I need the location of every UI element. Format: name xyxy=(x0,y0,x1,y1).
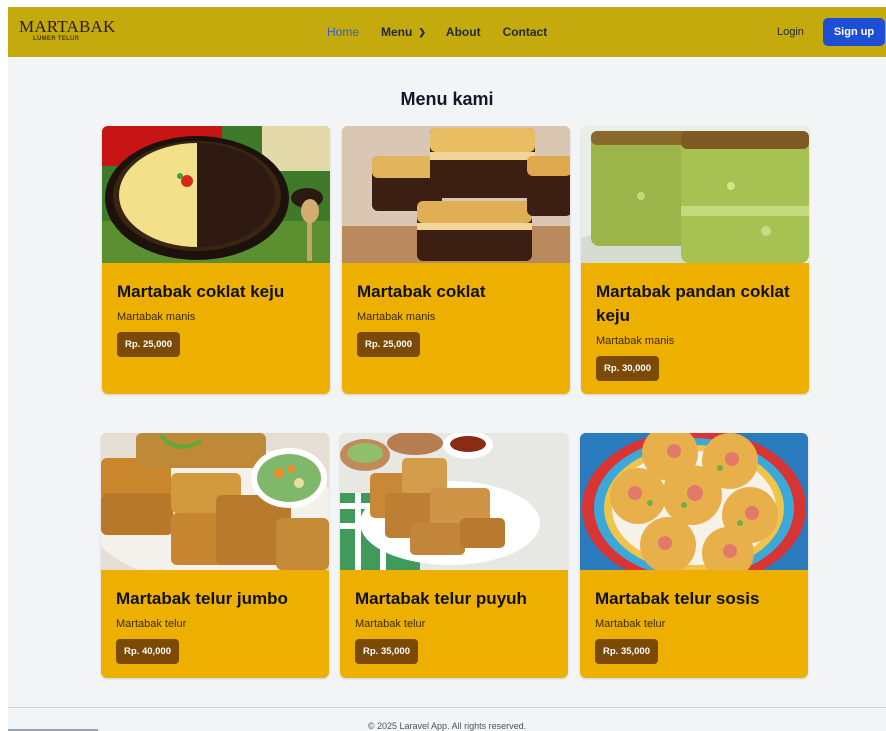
menu-card[interactable]: Martabak coklat Martabak manis Rp. 25,00… xyxy=(342,126,570,394)
menu-item-category: Martabak manis xyxy=(357,311,436,323)
price-button[interactable]: Rp. 25,000 xyxy=(117,332,180,357)
menu-item-image xyxy=(581,126,809,263)
menu-item-category: Martabak manis xyxy=(596,335,675,347)
nav-link-menu[interactable]: Menu ❯ xyxy=(381,25,426,39)
footer-copyright: © 2025 Laravel App. All rights reserved. xyxy=(367,721,527,731)
menu-item-image xyxy=(101,433,329,570)
logo-text: MARTABAK xyxy=(19,17,116,36)
navbar: MARTABAK LUMER TELUR Home Menu ❯ About Co… xyxy=(8,7,886,57)
menu-item-category: Martabak manis xyxy=(117,311,196,323)
price-button[interactable]: Rp. 35,000 xyxy=(355,639,418,664)
menu-item-name: Martabak telur puyuh xyxy=(355,589,527,608)
price-button[interactable]: Rp. 35,000 xyxy=(595,639,658,664)
signup-button[interactable]: Sign up xyxy=(823,18,885,46)
menu-item-name: Martabak telur jumbo xyxy=(116,589,288,608)
nav-link-menu-label: Menu xyxy=(381,25,413,39)
footer-divider xyxy=(8,707,886,708)
price-button[interactable]: Rp. 40,000 xyxy=(116,639,179,664)
menu-card[interactable]: Martabak telur sosis Martabak telur Rp. … xyxy=(580,433,808,678)
price-button[interactable]: Rp. 30,000 xyxy=(596,356,659,381)
menu-item-image xyxy=(342,126,570,263)
menu-item-category: Martabak telur xyxy=(355,618,426,630)
menu-item-name: Martabak coklat keju xyxy=(117,282,285,301)
nav-link-home[interactable]: Home xyxy=(327,25,359,39)
logo-subtext: LUMER TELUR xyxy=(33,36,80,42)
nav-link-contact[interactable]: Contact xyxy=(503,25,548,39)
menu-card[interactable]: Martabak telur puyuh Martabak telur Rp. … xyxy=(340,433,568,678)
menu-item-category: Martabak telur xyxy=(116,618,187,630)
menu-card[interactable]: Martabak pandan coklat keju Martabak man… xyxy=(581,126,809,394)
page: MARTABAK LUMER TELUR Home Menu ❯ About Co… xyxy=(8,7,886,731)
menu-item-name: Martabak pandan coklat keju xyxy=(596,282,790,325)
menu-item-name: Martabak coklat xyxy=(357,282,486,301)
price-button[interactable]: Rp. 25,000 xyxy=(357,332,420,357)
chevron-down-icon: ❯ xyxy=(418,27,426,37)
menu-item-image xyxy=(580,433,808,570)
menu-item-name: Martabak telur sosis xyxy=(595,589,760,608)
logo[interactable]: MARTABAK LUMER TELUR xyxy=(19,18,116,42)
menu-item-category: Martabak telur xyxy=(595,618,666,630)
nav-link-about[interactable]: About xyxy=(446,25,481,39)
menu-item-image xyxy=(102,126,330,263)
menu-card[interactable]: Martabak telur jumbo Martabak telur Rp. … xyxy=(101,433,329,678)
page-title: Menu kami xyxy=(400,89,494,109)
nav-links: Home Menu ❯ About Contact xyxy=(327,25,547,39)
menu-item-image xyxy=(340,433,568,570)
menu-card[interactable]: Martabak coklat keju Martabak manis Rp. … xyxy=(102,126,330,394)
login-link[interactable]: Login xyxy=(777,26,804,38)
